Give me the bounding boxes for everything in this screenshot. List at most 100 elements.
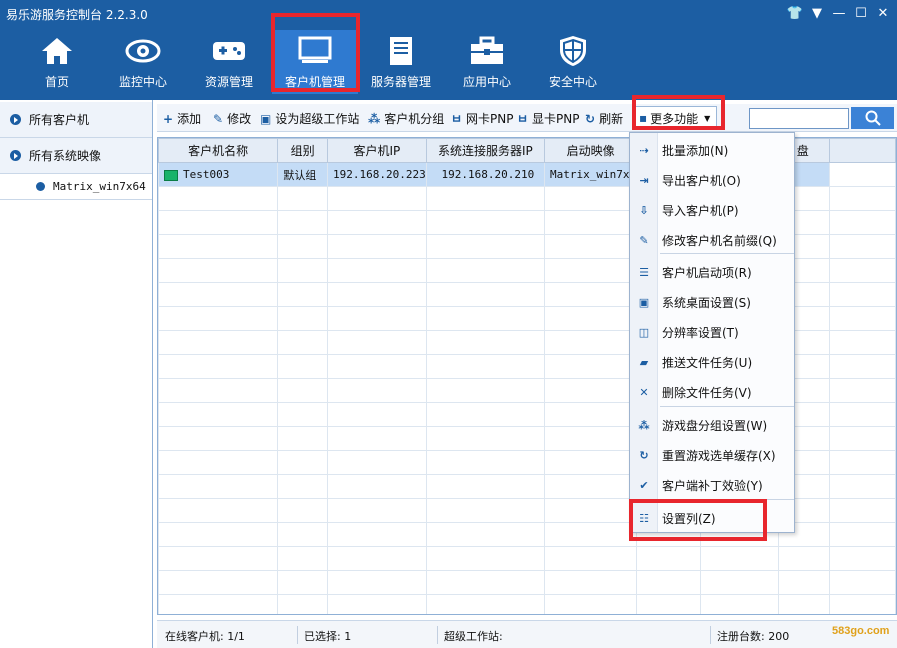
cell-empty <box>777 570 831 595</box>
nav-item-server-mgmt[interactable]: 服务器管理 <box>358 30 444 94</box>
nav-item-security[interactable]: 安全中心 <box>530 30 616 94</box>
toolbox-icon <box>467 33 507 69</box>
menu-item[interactable]: ⇥ 导出客户机(O) <box>630 165 796 195</box>
cell-empty <box>326 234 427 259</box>
add-button[interactable]: + 添加 <box>163 110 201 127</box>
column-header[interactable]: 组别 <box>277 138 328 163</box>
list-icon: ☰ <box>639 265 649 279</box>
menu-item[interactable]: ↻ 重置游戏选单缓存(X) <box>630 440 796 470</box>
cell-empty <box>425 186 546 211</box>
cell-empty <box>158 186 279 211</box>
menu-item-label: 客户端补丁效验(Y) <box>662 478 763 493</box>
client-group-label: 客户机分组 <box>384 112 445 126</box>
cell-empty <box>544 498 638 523</box>
cell-empty <box>425 234 546 259</box>
cell-empty <box>425 546 546 571</box>
maximize-icon[interactable]: ☐ <box>853 5 869 21</box>
cell-empty <box>425 402 546 427</box>
nav-item-home[interactable]: 首页 <box>14 30 100 94</box>
nic-pnp-button[interactable]: ㅂ 网卡PNP <box>451 110 514 127</box>
tree-node-label: 所有客户机 <box>29 113 90 127</box>
super-workstation-status: 超级工作站: <box>444 630 503 643</box>
column-header[interactable] <box>829 138 896 163</box>
cell-empty <box>829 162 896 187</box>
search-input[interactable] <box>749 108 849 129</box>
cell-empty <box>277 330 328 355</box>
shield-icon <box>553 33 593 69</box>
menu-item[interactable]: ▣ 系统桌面设置(S) <box>630 287 796 317</box>
skin-icon[interactable]: 👕 <box>787 5 803 21</box>
column-header[interactable]: 客户机IP <box>326 138 427 163</box>
cell-empty <box>158 570 279 595</box>
column-header[interactable]: 启动映像 <box>544 138 638 163</box>
client-group-button[interactable]: ⁂ 客户机分组 <box>368 110 444 127</box>
table-row-empty <box>158 570 896 595</box>
expand-icon[interactable] <box>10 150 21 161</box>
cell-empty <box>700 570 779 595</box>
cell-empty <box>829 210 896 235</box>
client-name-text: Test003 <box>183 168 230 181</box>
cell-empty <box>544 282 638 307</box>
refresh-label: 刷新 <box>599 112 624 126</box>
cell-empty <box>425 426 546 451</box>
nav-label: 服务器管理 <box>370 75 431 89</box>
nav-item-resources[interactable]: 资源管理 <box>186 30 272 94</box>
menu-item-label: 分辨率设置(T) <box>662 325 739 340</box>
image-bullet-icon <box>36 182 45 191</box>
menu-item[interactable]: ▰ 推送文件任务(U) <box>630 347 796 377</box>
close-icon[interactable]: ✕ <box>875 5 891 21</box>
dropdown-arrow-icon[interactable]: ▼ <box>809 5 825 21</box>
cell-empty <box>829 570 896 595</box>
cell-empty <box>277 378 328 403</box>
column-header[interactable]: 系统连接服务器IP <box>425 138 546 163</box>
plus-icon: + <box>163 111 174 126</box>
cell-empty <box>829 354 896 379</box>
menu-item[interactable]: ☰ 客户机启动项(R) <box>630 257 796 287</box>
menu-item[interactable]: ✔ 客户端补丁效验(Y) <box>630 470 796 500</box>
cell-empty <box>326 210 427 235</box>
cell-empty <box>326 354 427 379</box>
cell-empty <box>544 402 638 427</box>
cell-empty <box>425 570 546 595</box>
set-super-workstation-button[interactable]: ▣ 设为超级工作站 <box>260 110 359 127</box>
menu-item[interactable]: ✎ 修改客户机名前缀(Q) <box>630 225 796 255</box>
folder-icon: ▰ <box>639 355 649 369</box>
cell-group: 默认组 <box>277 162 328 187</box>
edit-button[interactable]: ✎ 修改 <box>213 110 251 127</box>
reset-icon: ↻ <box>639 448 649 462</box>
edit-label: 修改 <box>227 112 252 126</box>
highlight-box-set-columns <box>629 499 767 541</box>
refresh-button[interactable]: ↻ 刷新 <box>585 110 623 127</box>
menu-item[interactable]: ⇩ 导入客户机(P) <box>630 195 796 225</box>
tree-node-all-images[interactable]: 所有系统映像 <box>0 138 152 174</box>
minimize-icon[interactable]: — <box>831 5 847 21</box>
cell-empty <box>277 186 328 211</box>
menu-item[interactable]: ⇢ 批量添加(N) <box>630 135 796 165</box>
cell-empty <box>425 474 546 499</box>
tree-node-label: Matrix_win7x64 <box>53 180 146 193</box>
cell-empty <box>425 522 546 547</box>
cell-empty <box>544 234 638 259</box>
desktop-image-icon: ▣ <box>638 295 650 309</box>
tree-node-all-clients[interactable]: 所有客户机 <box>0 102 152 138</box>
nav-item-monitor[interactable]: 监控中心 <box>100 30 186 94</box>
cell-empty <box>326 546 427 571</box>
cell-empty <box>544 594 638 614</box>
cell-empty <box>158 258 279 283</box>
menu-item[interactable]: ✕ 删除文件任务(V) <box>630 377 796 407</box>
column-header[interactable]: 客户机名称 <box>158 138 279 163</box>
gpu-pnp-button[interactable]: ㅂ 显卡PNP <box>517 110 580 127</box>
cell-boot-image: Matrix_win7x6 <box>544 162 638 187</box>
cell-empty <box>326 570 427 595</box>
expand-icon[interactable] <box>10 114 21 125</box>
cell-empty <box>326 522 427 547</box>
search-icon <box>865 110 881 126</box>
search-button[interactable] <box>851 107 894 129</box>
nav-item-app-center[interactable]: 应用中心 <box>444 30 530 94</box>
nav-label: 应用中心 <box>462 75 511 89</box>
cell-empty <box>829 306 896 331</box>
tree-node-image[interactable]: Matrix_win7x64 <box>0 174 152 200</box>
menu-item[interactable]: ◫ 分辨率设置(T) <box>630 317 796 347</box>
menu-item[interactable]: ⁂ 游戏盘分组设置(W) <box>630 410 796 440</box>
more-functions-menu: ⇢ 批量添加(N) ⇥ 导出客户机(O) ⇩ 导入客户机(P) ✎ 修改客户机名前缀(Q) ☰ 客… <box>629 132 795 533</box>
